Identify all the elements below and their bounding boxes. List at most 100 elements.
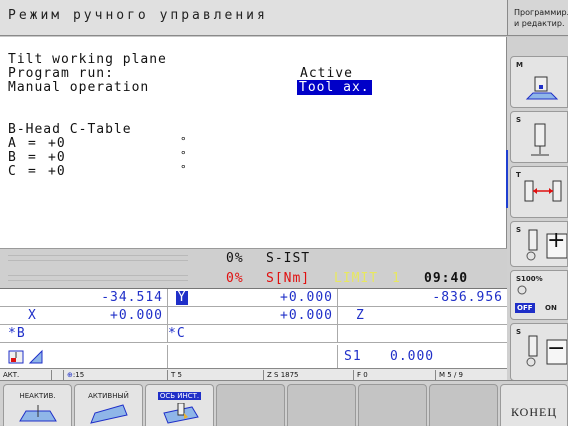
axis-name: A	[8, 136, 17, 151]
axis-y-label: Y	[176, 290, 188, 305]
active-softkey-marker	[506, 150, 508, 208]
mode-title: Режим ручного управления	[8, 8, 268, 23]
header-bar: Режим ручного управления	[0, 0, 507, 36]
empty-cell	[338, 325, 507, 343]
tool-change-softkey[interactable]: T	[510, 166, 568, 218]
mode-indicator: АКТ.	[0, 370, 52, 380]
tilt-inactive-icon	[19, 405, 57, 422]
program-edit-mode-tab[interactable]: Программир. и редактир.	[507, 0, 568, 36]
head-table-config: B-Head C-Table	[8, 122, 132, 137]
axis-value: +0	[48, 164, 66, 179]
minus-symbol: −	[547, 336, 566, 361]
spindle-status-panel: 0% S-IST 0% S[Nm] LIMIT 1 09:40	[0, 248, 507, 288]
manual-operation-value[interactable]: Tool ax.	[297, 80, 372, 95]
override-on-toggle[interactable]: ON	[543, 303, 559, 313]
tool-counter-icon: ⊕	[67, 371, 73, 379]
axis-y-cell: Y +0.000	[168, 289, 338, 307]
empty-cell	[338, 307, 507, 325]
tool-axis-icon	[163, 403, 199, 424]
axis-y-value: +0.000	[280, 290, 333, 305]
empty-softkey[interactable]	[429, 384, 498, 426]
axis-c-cell: *C +0.000	[168, 307, 338, 341]
empty-softkey[interactable]	[358, 384, 427, 426]
clock: 09:40	[424, 271, 469, 286]
s1-value: 0.000	[390, 349, 435, 364]
spindle-minus-softkey[interactable]: S −	[510, 323, 568, 381]
axis-eq: =	[28, 150, 37, 165]
tool-axis-softkey[interactable]: ОСЬ ИНСТ.	[145, 384, 214, 426]
softkey-label: ОСЬ ИНСТ.	[157, 392, 202, 400]
main-display: Tilt working plane Program run: Active M…	[0, 37, 507, 248]
tilt-active-icon	[90, 404, 128, 424]
program-edit-line1: Программир.	[514, 8, 568, 17]
snm-percent: 0%	[226, 271, 244, 286]
axis-z-value: -836.956	[432, 290, 503, 305]
softkey-tag: S100%	[516, 275, 543, 283]
axis-x-cell: X -34.514	[0, 289, 168, 323]
snm-label: S[Nm]	[266, 271, 311, 286]
axis-value: +0	[48, 150, 66, 165]
softkey-tag: S	[516, 116, 522, 124]
manual-operation-label: Manual operation	[8, 80, 150, 95]
active-softkey[interactable]: АКТИВНЫЙ	[74, 384, 143, 426]
spindle-speed: Z S 1875	[264, 370, 354, 380]
position-display: X -34.514 Y +0.000 Z -836.956 *B +0.000 …	[0, 288, 507, 369]
machine-mode-softkey[interactable]: M	[510, 56, 568, 108]
softkey-tag: S	[516, 226, 522, 234]
s-ist-percent: 0%	[226, 251, 244, 266]
softkey-tag: S	[516, 328, 522, 336]
tilt-plane-title: Tilt working plane	[8, 52, 167, 67]
spindle-softkey[interactable]: S	[510, 111, 568, 163]
empty-cell	[0, 325, 168, 343]
spindle-override-icon	[517, 285, 527, 295]
spindle-override-softkey[interactable]: S100% OFF ON	[510, 270, 568, 320]
torque-load-bar	[8, 275, 188, 281]
inactive-softkey[interactable]: НЕАКТИВ.	[3, 384, 72, 426]
machine-mode-icon	[525, 76, 559, 100]
s-ist-label: S-IST	[266, 251, 311, 266]
degree-unit: °	[180, 135, 187, 148]
softkey-label: КОНЕЦ	[510, 405, 558, 419]
tool-change-icon	[524, 180, 562, 202]
spindle-plus-softkey[interactable]: S +	[510, 221, 568, 267]
softkey-tag: M	[516, 61, 523, 69]
feed-rate: F 0	[354, 370, 436, 380]
axis-eq: =	[28, 136, 37, 151]
s1-label: S1	[344, 349, 362, 364]
empty-softkey[interactable]	[287, 384, 356, 426]
axis-name: C	[8, 164, 17, 179]
tool-counter: ⊕:15	[64, 370, 168, 380]
limit-value: 1	[392, 271, 401, 286]
degree-unit: °	[180, 163, 187, 176]
spindle-icon	[531, 123, 549, 156]
machine-status-bar: АКТ. ⊕:15 T 5 Z S 1875 F 0 M 5 / 9	[0, 368, 507, 380]
empty-cell	[168, 345, 338, 369]
empty-softkey[interactable]	[216, 384, 285, 426]
plus-symbol: +	[547, 228, 566, 253]
softkey-label: НЕАКТИВ.	[19, 392, 56, 400]
empty-cell	[168, 325, 338, 343]
axis-c-value: +0.000	[280, 308, 333, 323]
status-icons-cell	[0, 345, 168, 369]
program-run-label: Program run:	[8, 66, 114, 81]
tool-number: T 5	[168, 370, 264, 380]
empty-indicator	[52, 370, 64, 380]
spindle-s1-cell: S1 0.000	[338, 345, 507, 369]
program-edit-line2: и редактир.	[514, 19, 565, 28]
softkey-label: АКТИВНЫЙ	[88, 392, 129, 400]
horizontal-softkey-bar: НЕАКТИВ. АКТИВНЫЙ ОСЬ ИНСТ. КОНЕЦ	[0, 380, 568, 426]
vertical-softkey-bar: M S T S + S100% OFF ON S −	[507, 37, 568, 422]
tool-counter-value: 15	[75, 371, 85, 379]
limit-label: LIMIT	[334, 271, 379, 286]
axis-z-cell: Z -836.956	[338, 289, 507, 323]
axis-x-value: -34.514	[101, 290, 163, 305]
spindle-load-bar	[8, 255, 188, 261]
program-run-value: Active	[300, 66, 353, 81]
axis-name: B	[8, 150, 17, 165]
override-off-toggle[interactable]: OFF	[515, 303, 535, 313]
tilt-plane-icon	[28, 349, 43, 364]
degree-unit: °	[180, 149, 187, 162]
m-functions: M 5 / 9	[439, 371, 463, 379]
axis-b-cell: *B +0.000	[0, 307, 168, 341]
end-softkey[interactable]: КОНЕЦ	[500, 384, 568, 426]
